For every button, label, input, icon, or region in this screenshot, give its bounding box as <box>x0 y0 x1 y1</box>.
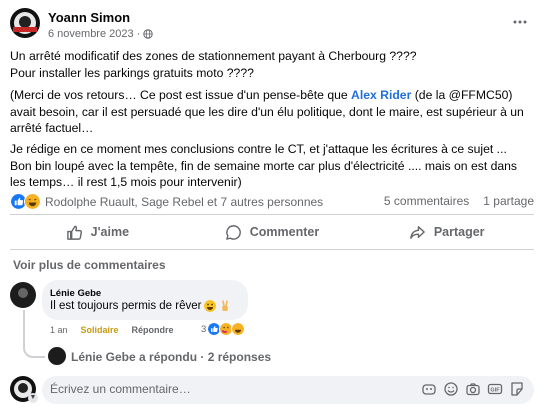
post-actions: J'aime Commenter Partager <box>10 218 534 246</box>
author-name[interactable]: Yoann Simon <box>48 10 130 25</box>
solidaire-reaction-button[interactable]: Solidaire <box>81 325 119 335</box>
comment-actions: 1 an Solidaire Répondre <box>50 325 174 335</box>
like-button[interactable]: J'aime <box>10 218 185 246</box>
thread-line <box>23 310 45 358</box>
reply-button[interactable]: Répondre <box>132 325 174 335</box>
author-avatar[interactable] <box>10 8 40 38</box>
see-more-comments-link[interactable]: Voir plus de commentaires <box>13 258 166 272</box>
commenter-name[interactable]: Lénie Gebe <box>50 288 101 299</box>
comment-icon <box>225 224 241 240</box>
share-icon <box>409 225 425 239</box>
comment-button[interactable]: Commenter <box>185 218 360 246</box>
share-label: Partager <box>433 225 485 239</box>
post-meta: 6 novembre 2023 · <box>48 28 153 40</box>
comment-time[interactable]: 1 an <box>50 325 68 335</box>
replier-avatar[interactable] <box>48 347 66 365</box>
laugh-reaction-icon <box>231 322 246 336</box>
comment-input-placeholder[interactable]: Écrivez un commentaire… <box>50 382 191 396</box>
thumbs-up-icon <box>66 225 82 240</box>
avatar-sticker-icon[interactable] <box>421 381 437 397</box>
meta-separator: · <box>136 28 141 40</box>
reaction-names[interactable]: Rodolphe Ruault, Sage Rebel et 7 autres … <box>45 195 323 209</box>
globe-icon <box>143 29 153 39</box>
post-line: Un arrêté modificatif des zones de stati… <box>10 49 417 63</box>
post-text: (Merci de vos retours… Ce post est issue… <box>10 88 352 102</box>
post-paragraph-3: Je rédige en ce moment mes conclusions c… <box>10 141 534 191</box>
sticker-icon[interactable] <box>509 381 525 397</box>
post-line: Pour installer les parkings gratuits mot… <box>10 65 254 80</box>
commenter-avatar[interactable] <box>10 282 36 308</box>
like-label: J'aime <box>90 225 130 239</box>
laugh-reaction-icon <box>24 193 41 210</box>
post-paragraph-1: Un arrêté modificatif des zones de stati… <box>10 48 534 81</box>
comments-count[interactable]: 5 commentaires <box>384 194 469 208</box>
divider <box>10 214 534 215</box>
view-replies-link[interactable]: Lénie Gebe a répondu · 2 réponses <box>71 350 271 364</box>
comment-text: Il est toujours permis de rêver <box>50 300 202 312</box>
share-button[interactable]: Partager <box>359 218 534 246</box>
mention-link[interactable]: Alex Rider <box>351 88 411 102</box>
divider <box>10 249 534 250</box>
grin-emoji-icon <box>204 300 217 312</box>
more-options-icon[interactable] <box>512 14 528 30</box>
comment-reactions[interactable]: 3 <box>201 322 246 336</box>
post-card: Yoann Simon 6 novembre 2023 · Un arrêté … <box>0 0 544 410</box>
camera-icon[interactable] <box>465 381 481 397</box>
reactions-summary[interactable]: Rodolphe Ruault, Sage Rebel et 7 autres … <box>10 193 323 210</box>
comment-label: Commenter <box>249 225 320 239</box>
comment-text-row: Il est toujours permis de rêver <box>50 300 231 312</box>
emoji-icon[interactable] <box>443 381 459 397</box>
engagement-counts: 5 commentaires 1 partage <box>384 194 534 208</box>
post-line: Bon bin loupé avec la tempête, fin de se… <box>10 158 518 190</box>
chevron-down-icon[interactable]: ▼ <box>28 393 38 403</box>
gif-icon[interactable]: GIF <box>487 381 503 397</box>
victory-hand-icon <box>222 300 229 311</box>
comment-reaction-count: 3 <box>201 323 207 335</box>
composer-icons: GIF <box>421 381 525 397</box>
svg-text:GIF: GIF <box>490 387 500 393</box>
post-date[interactable]: 6 novembre 2023 <box>48 28 134 40</box>
shares-count[interactable]: 1 partage <box>483 194 534 208</box>
post-paragraph-2: (Merci de vos retours… Ce post est issue… <box>10 87 534 137</box>
post-line: Je rédige en ce moment mes conclusions c… <box>10 142 507 156</box>
